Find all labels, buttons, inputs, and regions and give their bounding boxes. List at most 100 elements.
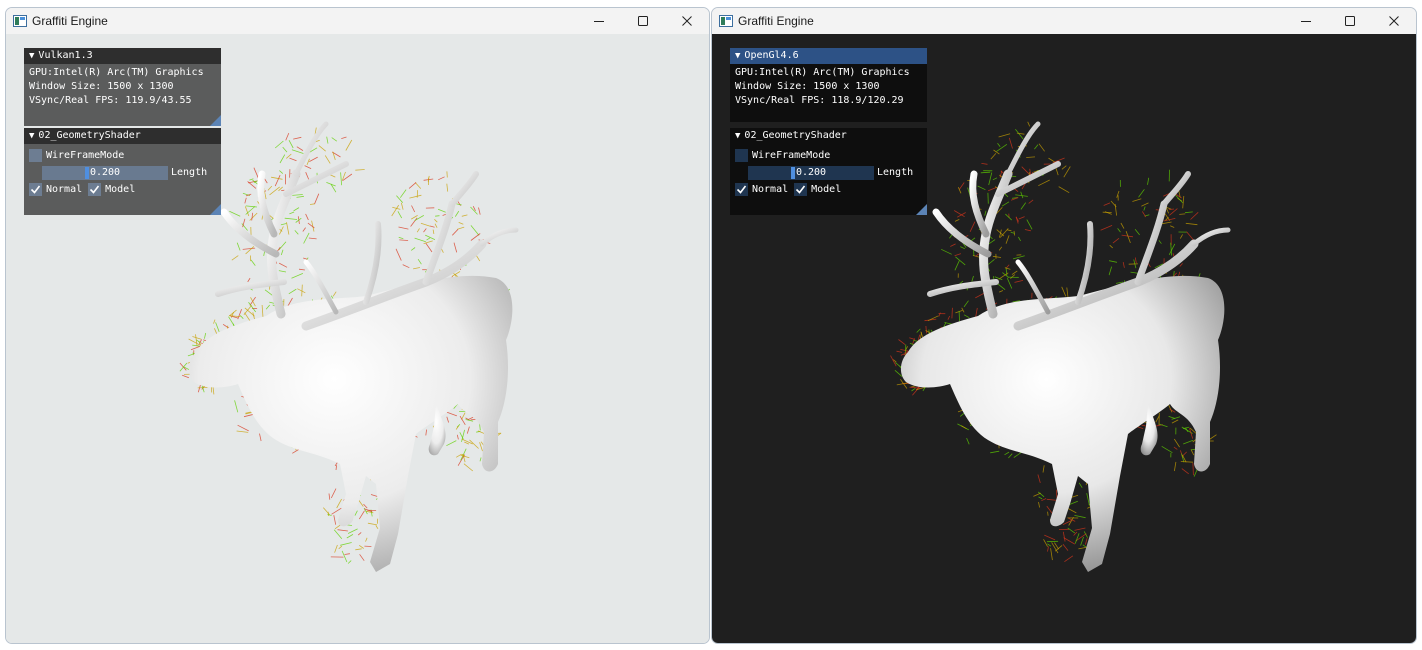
wireframe-checkbox[interactable] bbox=[735, 149, 748, 162]
length-value: 0.200 bbox=[89, 166, 121, 178]
checkmark-icon bbox=[796, 185, 806, 194]
normal-line bbox=[395, 248, 402, 261]
graffiti-window-opengl[interactable]: Graffiti Engine ▼ OpenGl4.6 GPU:Intel(R)… bbox=[711, 7, 1417, 644]
normal-line bbox=[938, 312, 941, 317]
normal-line bbox=[291, 273, 304, 279]
resize-grip[interactable] bbox=[210, 204, 221, 215]
normal-line bbox=[333, 529, 343, 540]
normal-line bbox=[446, 440, 457, 447]
normal-line bbox=[990, 450, 1000, 454]
elk-body bbox=[188, 275, 513, 572]
normal-line bbox=[425, 234, 436, 240]
close-icon bbox=[682, 16, 692, 26]
normal-line bbox=[242, 247, 256, 250]
length-slider[interactable]: 0.200 bbox=[42, 165, 168, 180]
normal-line bbox=[461, 214, 468, 217]
normal-line bbox=[332, 291, 337, 297]
wireframe-checkbox[interactable] bbox=[29, 149, 42, 162]
normal-line bbox=[401, 202, 404, 210]
minimize-button[interactable] bbox=[577, 8, 621, 34]
model-checkbox[interactable] bbox=[88, 183, 102, 196]
close-button[interactable] bbox=[665, 8, 709, 34]
normal-line bbox=[1044, 534, 1056, 541]
render-viewport[interactable]: ▼ OpenGl4.6 GPU:Intel(R) Arc(TM) Graphic… bbox=[712, 34, 1416, 643]
normal-line bbox=[322, 507, 331, 516]
normal-line bbox=[1190, 212, 1199, 220]
close-button[interactable] bbox=[1372, 8, 1416, 34]
render-viewport[interactable]: ▼ Vulkan1.3 GPU:Intel(R) Arc(TM) Graphic… bbox=[6, 34, 709, 643]
normal-line bbox=[996, 143, 1008, 152]
controls-panel[interactable]: ▼ 02_GeometryShader WireFrameMode 0.200 … bbox=[730, 128, 927, 215]
normal-line bbox=[458, 222, 464, 225]
normal-line bbox=[427, 175, 430, 182]
info-panel-header[interactable]: ▼ Vulkan1.3 bbox=[24, 48, 221, 64]
collapse-triangle-icon[interactable]: ▼ bbox=[735, 48, 740, 64]
resize-grip[interactable] bbox=[210, 115, 221, 126]
normal-line bbox=[1037, 474, 1041, 484]
info-panel[interactable]: ▼ Vulkan1.3 GPU:Intel(R) Arc(TM) Graphic… bbox=[24, 48, 221, 126]
normal-line bbox=[391, 204, 400, 217]
minimize-icon bbox=[1301, 21, 1311, 22]
normal-line bbox=[328, 493, 331, 500]
normal-line bbox=[1141, 202, 1149, 207]
normal-line bbox=[1134, 229, 1140, 236]
normal-line bbox=[992, 177, 998, 181]
normal-line bbox=[288, 288, 297, 295]
normal-line bbox=[355, 548, 362, 551]
controls-panel-header[interactable]: ▼ 02_GeometryShader bbox=[24, 128, 221, 144]
collapse-triangle-icon[interactable]: ▼ bbox=[29, 128, 34, 144]
normal-line bbox=[960, 425, 967, 430]
normal-line bbox=[196, 339, 201, 344]
model-checkbox[interactable] bbox=[794, 183, 808, 196]
normal-line bbox=[347, 528, 358, 534]
collapse-triangle-icon[interactable]: ▼ bbox=[29, 48, 34, 64]
normal-line bbox=[894, 369, 903, 377]
normal-line bbox=[988, 187, 997, 192]
normal-line bbox=[1078, 482, 1083, 488]
normal-line bbox=[278, 270, 287, 273]
minimize-button[interactable] bbox=[1284, 8, 1328, 34]
resize-grip[interactable] bbox=[916, 204, 927, 215]
normal-line bbox=[1058, 186, 1070, 194]
normal-line bbox=[1109, 244, 1113, 249]
maximize-button[interactable] bbox=[621, 8, 665, 34]
normal-line bbox=[969, 221, 976, 232]
normal-line bbox=[1008, 453, 1013, 459]
normal-line bbox=[1185, 222, 1198, 226]
normal-line bbox=[1018, 216, 1025, 220]
normal-line bbox=[1026, 219, 1033, 230]
normal-line bbox=[1006, 277, 1013, 289]
title-bar[interactable]: Graffiti Engine bbox=[712, 8, 1416, 34]
normal-line bbox=[228, 316, 236, 328]
normal-line bbox=[435, 215, 440, 217]
title-bar[interactable]: Graffiti Engine bbox=[6, 8, 709, 34]
normal-checkbox[interactable] bbox=[735, 183, 748, 196]
checkmark-icon bbox=[30, 185, 41, 194]
normal-line bbox=[402, 264, 410, 269]
normal-line bbox=[1008, 137, 1013, 149]
normal-line bbox=[289, 157, 297, 162]
controls-panel[interactable]: ▼ 02_GeometryShader WireFrameMode 0.200 … bbox=[24, 128, 221, 215]
info-panel-header[interactable]: ▼ OpenGl4.6 bbox=[730, 48, 927, 64]
normal-line bbox=[454, 210, 460, 217]
controls-panel-header[interactable]: ▼ 02_GeometryShader bbox=[730, 128, 927, 144]
normal-line bbox=[966, 437, 970, 445]
normal-line bbox=[359, 554, 365, 561]
length-slider[interactable]: 0.200 bbox=[748, 165, 874, 180]
normal-checkbox[interactable] bbox=[29, 183, 42, 196]
length-label: Length bbox=[171, 167, 208, 178]
maximize-button[interactable] bbox=[1328, 8, 1372, 34]
normal-line bbox=[1179, 234, 1183, 239]
normal-line bbox=[1038, 496, 1043, 500]
normal-line bbox=[1074, 527, 1086, 531]
normal-line bbox=[416, 228, 420, 233]
collapse-triangle-icon[interactable]: ▼ bbox=[735, 128, 740, 144]
info-panel[interactable]: ▼ OpenGl4.6 GPU:Intel(R) Arc(TM) Graphic… bbox=[730, 48, 927, 122]
normal-line bbox=[1192, 462, 1194, 476]
graffiti-window-vulkan[interactable]: Graffiti Engine ▼ Vulkan1.3 GPU:Intel(R)… bbox=[5, 7, 710, 644]
normal-line bbox=[998, 246, 1003, 251]
normal-line bbox=[1038, 143, 1045, 152]
normal-line bbox=[1085, 538, 1088, 545]
normal-line bbox=[1117, 228, 1121, 233]
normal-line bbox=[1074, 515, 1086, 519]
